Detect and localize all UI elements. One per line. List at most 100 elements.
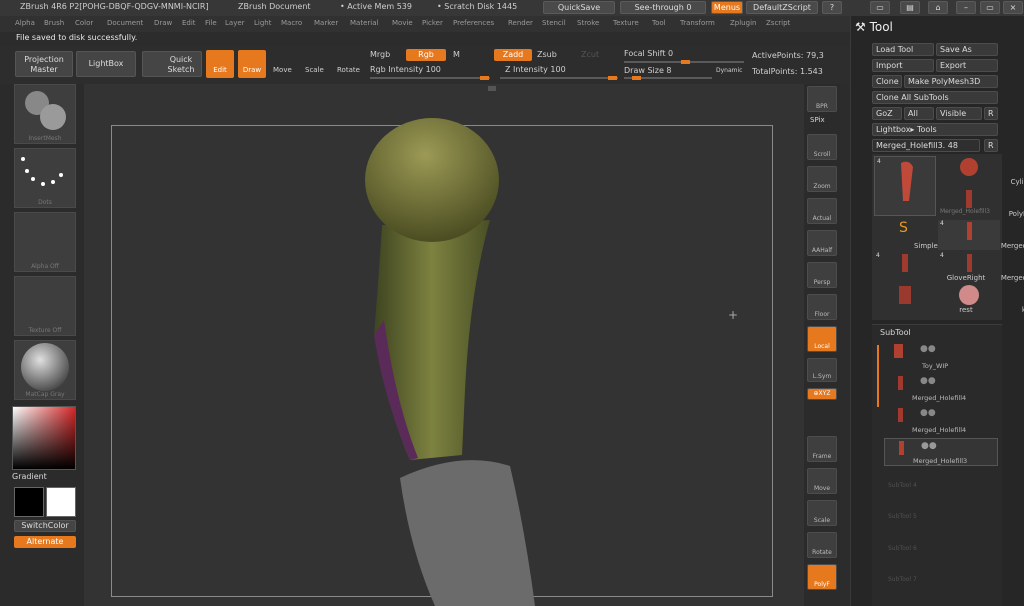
spix-slider[interactable]: SPix [810, 116, 825, 124]
menu-zplugin[interactable]: Zplugin [730, 19, 756, 27]
draw-mode-button[interactable]: Draw [238, 50, 266, 78]
local-button[interactable]: Local [807, 326, 837, 352]
menu-marker[interactable]: Marker [314, 19, 338, 27]
maximize-icon[interactable]: ▭ [980, 1, 1000, 14]
projection-master-button[interactable]: Projection Master [15, 51, 73, 77]
menu-file[interactable]: File [205, 19, 217, 27]
goz-all-button[interactable]: All [904, 107, 934, 120]
material-thumbnail[interactable]: MatCap Gray [14, 340, 76, 400]
focal-shift-track[interactable] [624, 60, 744, 64]
subtool-item-selected[interactable]: ●● Merged_Holefill3 [884, 438, 998, 466]
rotate-mode-button[interactable]: Rotate [337, 66, 360, 74]
subtool-visibility-icon[interactable]: ●● [920, 344, 936, 354]
rgb-toggle[interactable]: Rgb [406, 49, 446, 61]
menu-light[interactable]: Light [254, 19, 271, 27]
quicksave-button[interactable]: QuickSave [543, 1, 615, 14]
menu-macro[interactable]: Macro [281, 19, 302, 27]
menu-draw[interactable]: Draw [154, 19, 172, 27]
zsub-toggle[interactable]: Zsub [537, 50, 557, 59]
stroke-thumbnail[interactable]: Dots [14, 148, 76, 208]
import-button[interactable]: Import [872, 59, 934, 72]
menu-color[interactable]: Color [75, 19, 93, 27]
lock-icon[interactable]: ⌂ [928, 1, 948, 14]
rgb-intensity-track[interactable] [370, 76, 490, 80]
close-icon[interactable]: × [1003, 1, 1023, 14]
menu-stroke[interactable]: Stroke [577, 19, 599, 27]
draw-size-slider[interactable]: Draw Size 8 [624, 66, 672, 75]
persp-button[interactable]: Persp [807, 262, 837, 288]
model-mesh[interactable] [340, 110, 580, 606]
scale-mode-button[interactable]: Scale [305, 66, 324, 74]
menu-alpha[interactable]: Alpha [15, 19, 35, 27]
tool-polymesh3d[interactable]: PolyMesh3D [938, 188, 1024, 218]
tool-rest[interactable]: rest [874, 284, 973, 314]
edit-mode-button[interactable]: Edit [206, 50, 234, 78]
menu-texture[interactable]: Texture [613, 19, 639, 27]
subtool-item[interactable]: ●● Merged_Holefill4 [884, 374, 998, 402]
clone-all-subtools-button[interactable]: Clone All SubTools [872, 91, 998, 104]
zadd-toggle[interactable]: Zadd [494, 49, 532, 61]
lightbox-tools-button[interactable]: Lightbox▸ Tools [872, 123, 998, 136]
clone-button[interactable]: Clone [872, 75, 902, 88]
save-as-button[interactable]: Save As [936, 43, 998, 56]
color-picker[interactable] [12, 406, 76, 470]
load-tool-button[interactable]: Load Tool [872, 43, 934, 56]
subtool-visibility-icon[interactable]: ●● [920, 408, 936, 418]
menu-material[interactable]: Material [350, 19, 378, 27]
make-polymesh-button[interactable]: Make PolyMesh3D [904, 75, 998, 88]
lightbox-button[interactable]: LightBox [76, 51, 136, 77]
dynamic-toggle[interactable]: Dynamic [716, 67, 742, 74]
help-icon[interactable]: ? [822, 1, 842, 14]
lsym-button[interactable]: L.Sym [807, 358, 837, 382]
tool-merged-holefill3-main[interactable]: 4 Merged_Holefill3 [874, 156, 990, 216]
mrgb-toggle[interactable]: Mrgb [370, 50, 390, 59]
quick-sketch-button[interactable]: Quick Sketch [142, 51, 202, 77]
aahalf-button[interactable]: AAHalf [807, 230, 837, 256]
frame-button[interactable]: Frame [807, 436, 837, 462]
m-toggle[interactable]: M [453, 50, 460, 59]
switch-color-button[interactable]: SwitchColor [14, 520, 76, 532]
subtool-scrollbar[interactable] [877, 345, 879, 407]
alpha-thumbnail[interactable]: Alpha Off [14, 212, 76, 272]
bpr-button[interactable]: BPR [807, 86, 837, 112]
menu-render[interactable]: Render [508, 19, 533, 27]
polyf-button[interactable]: PolyF [807, 564, 837, 590]
menu-layer[interactable]: Layer [225, 19, 245, 27]
menu-preferences[interactable]: Preferences [453, 19, 494, 27]
menu-transform[interactable]: Transform [680, 19, 715, 27]
layout-icon[interactable]: ▭ [870, 1, 890, 14]
default-zscript-button[interactable]: DefaultZScript [746, 1, 818, 14]
menu-stencil[interactable]: Stencil [542, 19, 566, 27]
rotate-button[interactable]: Rotate [807, 532, 837, 558]
goz-r-button[interactable]: R [984, 107, 998, 120]
export-button[interactable]: Export [936, 59, 998, 72]
tool-kjoik[interactable]: kjoik [938, 284, 1024, 314]
tool-merged-holefill2[interactable]: 4 Merged_Holefill2 [938, 252, 1024, 282]
tool-simplebrush[interactable]: S SimpleBrush [874, 220, 958, 250]
main-color-swatch[interactable] [46, 487, 76, 517]
tool-gloveright[interactable]: 4 GloveRight [874, 252, 985, 282]
subtool-visibility-icon[interactable]: ●● [921, 441, 937, 451]
goz-visible-button[interactable]: Visible [936, 107, 982, 120]
xyz-button[interactable]: ⊕XYZ [807, 388, 837, 400]
z-intensity-track[interactable] [500, 76, 618, 80]
goz-button[interactable]: GoZ [872, 107, 902, 120]
texture-thumbnail[interactable]: Texture Off [14, 276, 76, 336]
subtool-visibility-icon[interactable]: ●● [920, 376, 936, 386]
see-through-slider[interactable]: See-through 0 [620, 1, 706, 14]
subtool-title[interactable]: SubTool [880, 328, 911, 337]
menu-edit[interactable]: Edit [182, 19, 196, 27]
brush-thumbnail[interactable]: InsertMesh [14, 84, 76, 144]
menu-document[interactable]: Document [107, 19, 143, 27]
tool-merged-holefill3[interactable]: 4 Merged_Holefill3 [938, 220, 1024, 250]
actual-button[interactable]: Actual [807, 198, 837, 224]
canvas-top-handle[interactable] [488, 86, 496, 91]
menu-zscript[interactable]: Zscript [766, 19, 790, 27]
subtool-item[interactable]: ●● Toy_WIP [884, 342, 998, 370]
menus-button[interactable]: Menus [711, 1, 743, 14]
current-tool-slider[interactable]: Merged_Holefill3. 48 [872, 139, 980, 152]
tool-cylinder3d[interactable]: Cylinder3D [938, 156, 1024, 186]
scale-button[interactable]: Scale [807, 500, 837, 526]
alternate-button[interactable]: Alternate [14, 536, 76, 548]
layout-alt-icon[interactable]: ▤ [900, 1, 920, 14]
